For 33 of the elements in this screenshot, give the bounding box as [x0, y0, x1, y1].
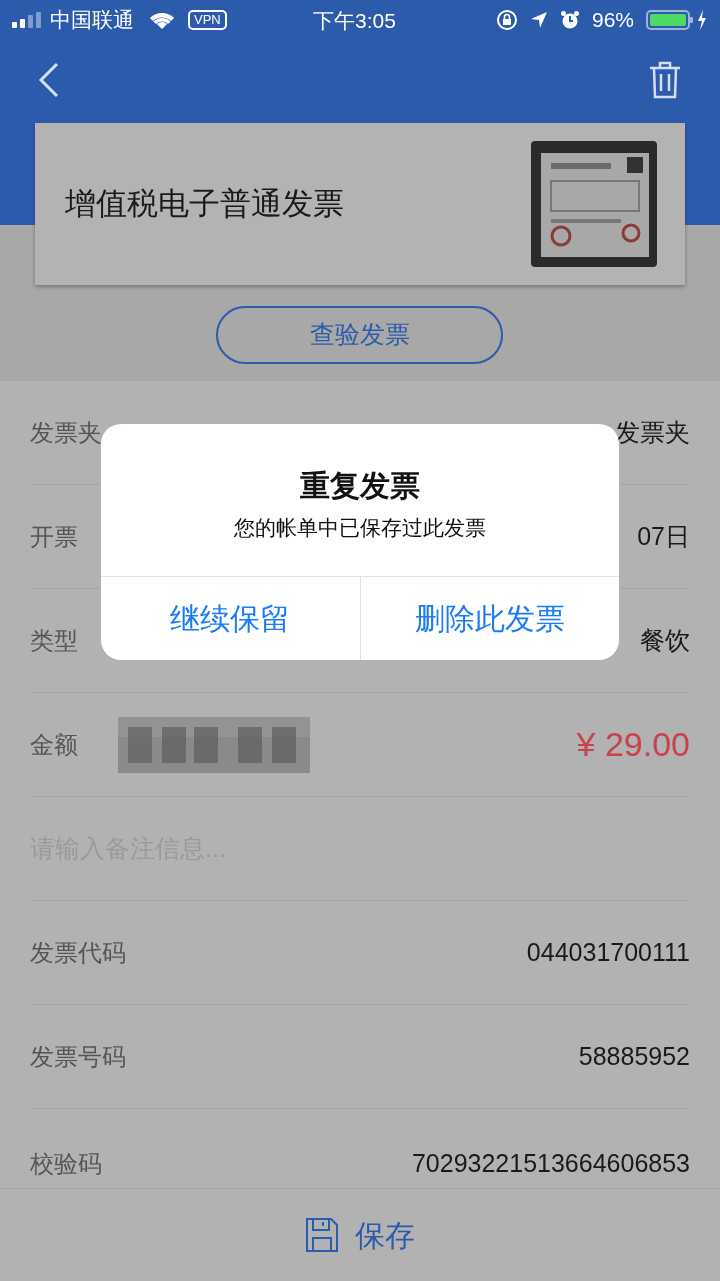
dialog-title: 重复发票 — [300, 467, 420, 504]
field-label: 发票夹 — [30, 417, 102, 448]
wifi-icon — [148, 10, 176, 30]
rotation-lock-icon — [495, 9, 518, 31]
verify-invoice-button[interactable]: 查验发票 — [216, 306, 503, 364]
battery-charging-icon — [646, 9, 708, 31]
save-icon — [305, 1217, 339, 1253]
delete-button[interactable] — [648, 60, 682, 100]
vpn-badge: VPN — [188, 10, 227, 30]
battery-percent: 96% — [591, 7, 634, 34]
field-value: 07日 — [637, 520, 690, 552]
field-value: 044031700111 — [526, 936, 690, 968]
dialog-action[interactable]: 继续保留 — [101, 577, 360, 660]
signal-icon — [12, 12, 44, 28]
clock-time: 下午3:05 — [313, 8, 396, 34]
amount-value: ¥ 29.00 — [576, 724, 690, 765]
field-label: 发票号码 — [30, 1041, 126, 1072]
field-label: 类型 — [30, 625, 78, 656]
field-value: 餐饮 — [640, 624, 690, 656]
save-button[interactable]: 保存 — [305, 1212, 415, 1258]
carrier-name: 中国联通 — [50, 7, 134, 34]
field-label: 开票 — [30, 521, 78, 552]
field-label: 校验码 — [30, 1149, 102, 1179]
field-value: 70293221513664606853 — [411, 1148, 690, 1180]
invoice-title: 增值税电子普通发票 — [65, 184, 344, 223]
field-value: 发票夹 — [615, 416, 690, 448]
location-arrow-icon — [529, 11, 548, 29]
field-label: 发票代码 — [30, 937, 126, 968]
dialog-action[interactable]: 删除此发票 — [359, 577, 619, 660]
alarm-icon — [559, 10, 580, 30]
field-label: 金额 — [30, 729, 78, 760]
field-value: 58885952 — [578, 1040, 690, 1072]
dialog-message: 您的帐单中已保存过此发票 — [234, 514, 486, 541]
